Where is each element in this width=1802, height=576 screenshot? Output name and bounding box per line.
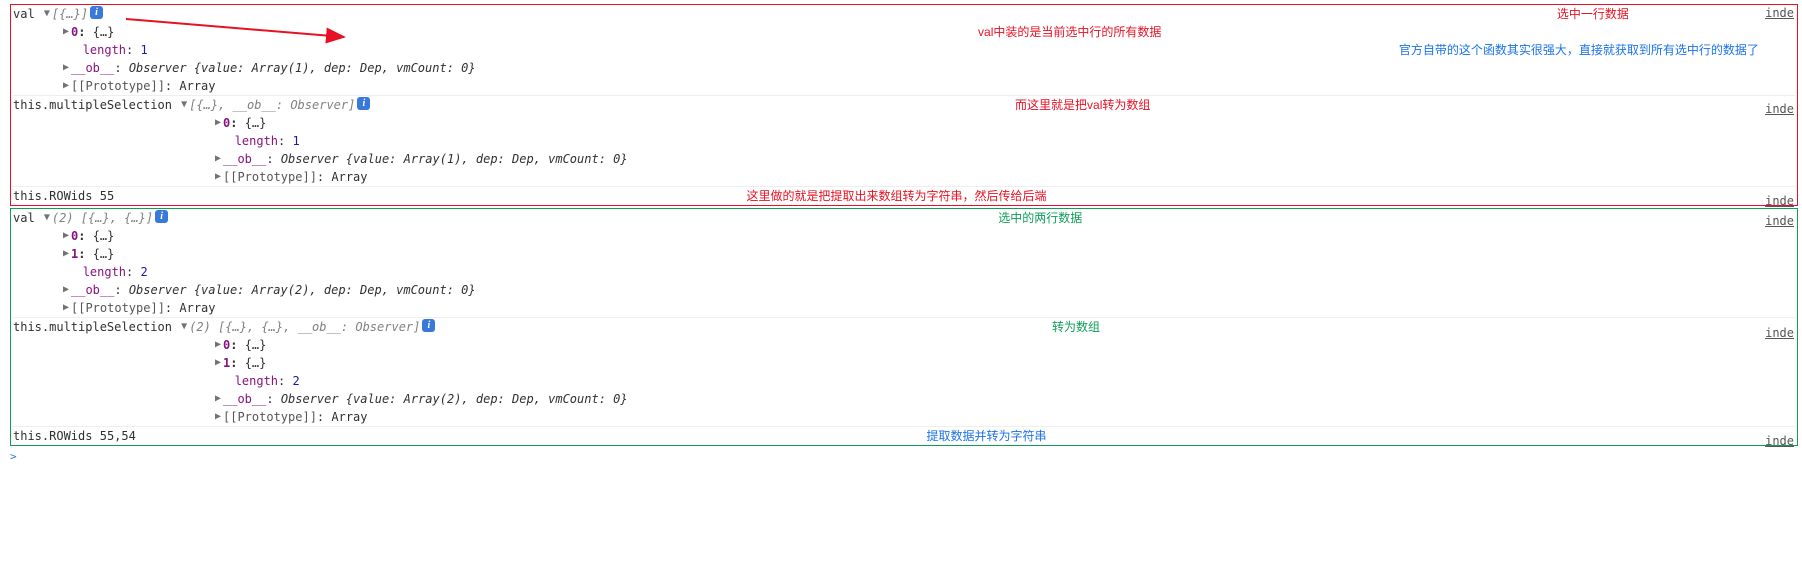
disclosure-triangle-open[interactable]: ▼ [179,319,189,335]
info-icon[interactable]: i [155,210,168,223]
tree-node[interactable]: ▶ __ob__: Observer {value: Array(2), dep… [13,281,1795,299]
disclosure-triangle[interactable]: ▶ [61,282,71,298]
disclosure-triangle[interactable]: ▶ [213,115,223,131]
disclosure-triangle[interactable]: ▶ [61,246,71,262]
info-icon[interactable]: i [357,97,370,110]
array-preview: [{…}, __ob__: Observer] [189,97,355,113]
console-log-rowids: this.ROWids 55,54 提取数据并转为字符串 [13,426,1795,445]
disclosure-triangle-open[interactable]: ▼ [179,97,189,113]
tree-node[interactable]: ▶ 1: {…} [13,354,1795,372]
disclosure-triangle[interactable]: ▶ [61,78,71,94]
tree-node: length: 1 官方自带的这个函数其实很强大，直接就获取到所有选中行的数据了 [13,41,1795,59]
disclosure-triangle[interactable]: ▶ [213,391,223,407]
disclosure-triangle[interactable]: ▶ [61,60,71,76]
annotation: 选中一行数据 [1557,6,1629,22]
console-log-val[interactable]: val ▼ (2) [{…}, {…}] i 选中的两行数据 [13,209,1795,227]
disclosure-triangle[interactable]: ▶ [61,228,71,244]
annotation: 这里做的就是把提取出来数组转为字符串，然后传给后端 [747,188,1047,204]
console-prompt[interactable]: > [10,448,1798,466]
tree-node: length: 1 [13,132,1795,150]
console-log-val[interactable]: val ▼ [{…}] i 选中一行数据 [13,5,1795,23]
array-preview: [{…}] [52,6,88,22]
tree-node: length: 2 [13,372,1795,390]
chevron-right-icon: > [10,449,17,465]
disclosure-triangle[interactable]: ▶ [213,337,223,353]
tree-node[interactable]: ▶ __ob__: Observer {value: Array(1), dep… [13,150,1795,168]
tree-node[interactable]: ▶ [[Prototype]]: Array [13,299,1795,317]
log-group-2: val ▼ (2) [{…}, {…}] i 选中的两行数据 ▶ 0: {…} … [10,208,1798,446]
disclosure-triangle-open[interactable]: ▼ [42,210,52,226]
annotation: 官方自带的这个函数其实很强大，直接就获取到所有选中行的数据了 [1399,42,1759,58]
tree-node: length: 2 [13,263,1795,281]
tree-node[interactable]: ▶ [[Prototype]]: Array [13,408,1795,426]
tree-node[interactable]: ▶ __ob__: Observer {value: Array(1), dep… [13,59,1795,77]
console-log-multipleSelection[interactable]: this.multipleSelection ▼ [{…}, __ob__: O… [13,95,1795,114]
disclosure-triangle[interactable]: ▶ [213,169,223,185]
disclosure-triangle[interactable]: ▶ [61,24,71,40]
tree-node[interactable]: ▶ __ob__: Observer {value: Array(2), dep… [13,390,1795,408]
array-preview: (2) [{…}, {…}] [52,210,153,226]
tree-node[interactable]: ▶ 0: {…} [13,114,1795,132]
disclosure-triangle[interactable]: ▶ [213,151,223,167]
annotation: 转为数组 [1052,319,1100,335]
console-log-rowids: this.ROWids 55 这里做的就是把提取出来数组转为字符串，然后传给后端 [13,186,1795,205]
tree-node[interactable]: ▶ 1: {…} [13,245,1795,263]
disclosure-triangle[interactable]: ▶ [61,300,71,316]
array-preview: (2) [{…}, {…}, __ob__: Observer] [189,319,420,335]
disclosure-triangle[interactable]: ▶ [213,409,223,425]
annotation: val中装的是当前选中行的所有数据 [748,24,1161,40]
info-icon[interactable]: i [422,319,435,332]
annotation: 提取数据并转为字符串 [927,428,1047,444]
console-log-multipleSelection[interactable]: this.multipleSelection ▼ (2) [{…}, {…}, … [13,317,1795,336]
disclosure-triangle-open[interactable]: ▼ [42,6,52,22]
tree-node[interactable]: ▶ 0: {…} [13,227,1795,245]
disclosure-triangle[interactable]: ▶ [213,355,223,371]
tree-node[interactable]: ▶ [[Prototype]]: Array [13,168,1795,186]
tree-node[interactable]: ▶ [[Prototype]]: Array [13,77,1795,95]
info-icon[interactable]: i [90,6,103,19]
log-group-1: val ▼ [{…}] i 选中一行数据 ▶ 0: {…} val中装的是当前选… [10,4,1798,206]
tree-node[interactable]: ▶ 0: {…} val中装的是当前选中行的所有数据 [13,23,1795,41]
tree-node[interactable]: ▶ 0: {…} [13,336,1795,354]
annotation: 选中的两行数据 [998,210,1082,226]
annotation: 而这里就是把val转为数组 [1015,97,1150,113]
